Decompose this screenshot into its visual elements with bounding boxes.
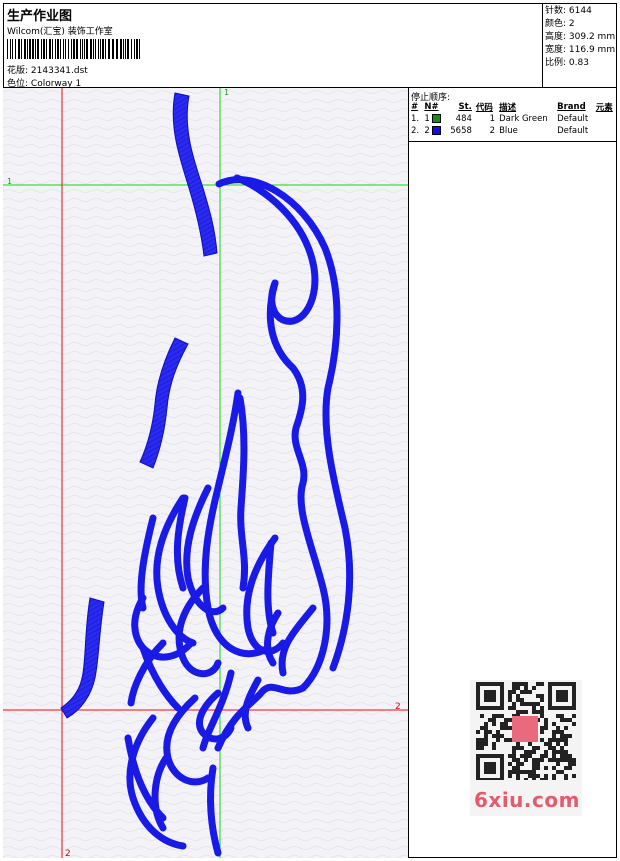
color-swatch <box>432 126 442 135</box>
stat-scale: 比例: 0.83 <box>545 58 589 68</box>
col-index: # <box>411 102 419 112</box>
table-row: 1. 1 484 1 Dark Green Default <box>409 113 617 125</box>
design-label: 花版: <box>7 66 29 76</box>
row-brand: Default <box>557 126 589 136</box>
row-description: Blue <box>499 126 518 136</box>
company-name: Wilcom(汇宝) 装饰工作室 <box>7 27 113 37</box>
header: 生产作业图 Wilcom(汇宝) 装饰工作室 花版: 2143341.dst 色… <box>3 3 617 89</box>
embroidery-preview: 1 1 2 2 <box>3 88 408 858</box>
stat-height: 高度: 309.2 mm <box>545 32 616 42</box>
col-element: 元素 <box>595 103 613 113</box>
row-index: 1. <box>411 114 420 124</box>
stat-colors: 颜色: 2 <box>545 19 575 29</box>
row-element <box>594 113 617 125</box>
design-file-line: 花版: 2143341.dst <box>7 63 88 76</box>
row-stitches: 484 <box>455 114 472 124</box>
table-header-row: # N# St. 代码 描述 Brand 元素 <box>409 101 617 113</box>
stat-width: 宽度: 116.9 mm <box>545 45 616 55</box>
green-marker-vertical: 1 <box>224 88 229 97</box>
table-divider <box>409 141 617 142</box>
row-needle: 1 <box>422 113 445 125</box>
red-marker-vertical: 2 <box>65 849 71 858</box>
stop-sequence-table: # N# St. 代码 描述 Brand 元素 1. 1 484 1 Dark … <box>409 101 617 137</box>
design-file: 2143341.dst <box>30 66 88 76</box>
col-code: 代码 <box>475 103 493 113</box>
green-marker-horizontal: 1 <box>7 177 12 186</box>
table-row: 2. 2 5658 2 Blue Default <box>409 125 617 137</box>
col-needle: N# <box>424 102 439 112</box>
sheet-title: 生产作业图 <box>7 9 73 24</box>
row-element <box>594 125 617 137</box>
stats-panel: 针数: 6144 颜色: 2 高度: 309.2 mm 宽度: 116.9 mm… <box>542 3 617 88</box>
row-brand: Default <box>557 114 589 124</box>
red-marker-horizontal: 2 <box>395 702 401 712</box>
row-index: 2. <box>411 126 420 136</box>
qr-code <box>476 682 576 782</box>
row-code: 2 <box>489 126 496 136</box>
row-needle: 2 <box>422 125 445 137</box>
col-description: 描述 <box>499 103 517 113</box>
col-stitches: St. <box>458 102 472 112</box>
col-brand: Brand <box>557 102 586 112</box>
stat-stitches: 针数: 6144 <box>545 6 592 16</box>
flame-stroke <box>236 394 249 592</box>
design-canvas: 1 1 2 2 <box>3 88 409 858</box>
color-swatch <box>432 114 442 123</box>
row-description: Dark Green <box>499 114 548 124</box>
watermark-text: 6xiu.com <box>474 788 580 812</box>
barcode <box>7 39 140 59</box>
row-stitches: 5658 <box>450 126 472 136</box>
qr-center-logo <box>512 716 538 742</box>
row-code: 1 <box>489 114 496 124</box>
